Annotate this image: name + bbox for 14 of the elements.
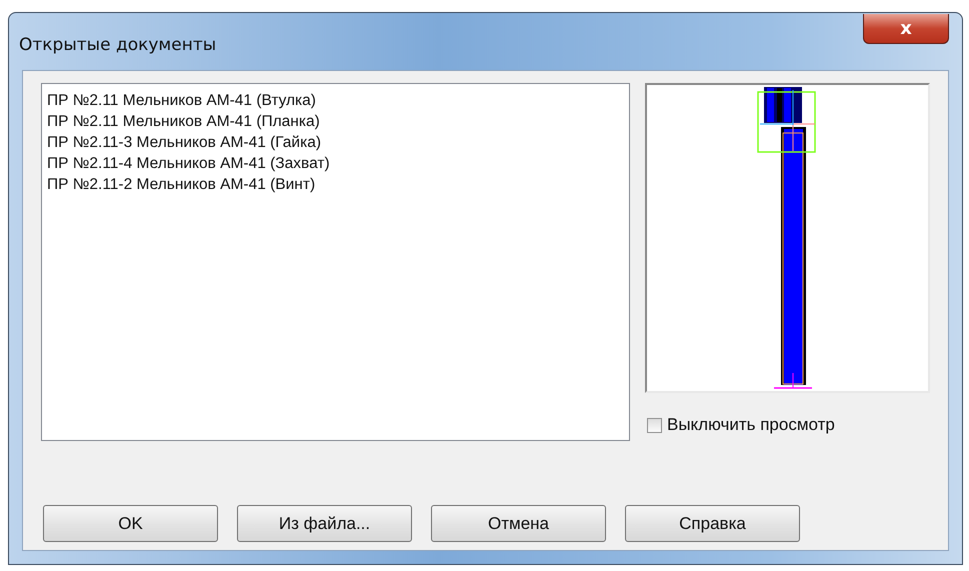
document-item[interactable]: ПР №2.11 Мельников АМ-41 (Втулка) bbox=[47, 90, 624, 111]
checkbox-label[interactable]: Выключить просмотр bbox=[667, 415, 835, 435]
dialog-button[interactable]: OK bbox=[43, 505, 218, 542]
document-item[interactable]: ПР №2.11-4 Мельников АМ-41 (Захват) bbox=[47, 153, 624, 174]
dialog-button[interactable]: Справка bbox=[625, 505, 800, 542]
dialog-button[interactable]: Отмена bbox=[431, 505, 606, 542]
document-list[interactable]: ПР №2.11 Мельников АМ-41 (Втулка) ПР №2.11 Мельников АМ-41 (Планка) ПР №2.11-3 Мельников АМ-41 (Гайка) ПР №2.11-4 Мельников АМ-41 (Захват) ПР №2.11-2 Мельников АМ-41 (Винт) bbox=[41, 83, 630, 441]
document-item[interactable]: ПР №2.11-3 Мельников АМ-41 (Гайка) bbox=[47, 132, 624, 153]
window-title: Открытые документы bbox=[19, 34, 216, 54]
document-item[interactable]: ПР №2.11-2 Мельников АМ-41 (Винт) bbox=[47, 174, 624, 195]
dialog-button[interactable]: Из файла... bbox=[237, 505, 412, 542]
close-button[interactable]: x bbox=[863, 14, 949, 44]
checkbox[interactable] bbox=[647, 418, 662, 432]
document-item[interactable]: ПР №2.11 Мельников АМ-41 (Планка) bbox=[47, 111, 624, 132]
